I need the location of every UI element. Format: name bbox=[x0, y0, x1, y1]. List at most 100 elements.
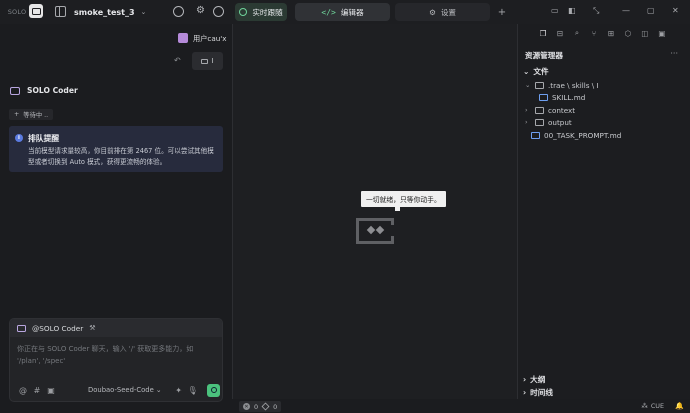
chat-input-box[interactable]: @SOLO Coder ⚒ 你正在与 SOLO Coder 聊天，输入 '/' … bbox=[9, 318, 223, 402]
cue-indicator[interactable]: ⁂ CUE bbox=[641, 402, 664, 410]
status-bar: ✕ 0 0 ⁂ CUE 🔔 bbox=[233, 399, 690, 413]
live-icon bbox=[239, 8, 248, 16]
at-mention-icon[interactable]: @ bbox=[16, 386, 30, 395]
info-icon: i bbox=[15, 134, 23, 142]
tree-item-task-prompt[interactable]: 00_TASK_PROMPT.md bbox=[531, 129, 621, 141]
problems-indicator[interactable]: ✕ 0 0 bbox=[239, 401, 282, 412]
gear-icon: ⚙ bbox=[429, 7, 436, 17]
cue-label: CUE bbox=[650, 402, 664, 410]
agent-header: SOLO Coder bbox=[10, 86, 78, 95]
solo-logo[interactable]: SOLO bbox=[6, 5, 28, 18]
folder-icon bbox=[201, 58, 209, 64]
agent-mention[interactable]: @SOLO Coder bbox=[32, 324, 83, 333]
gear-icon[interactable]: ⚙ bbox=[196, 5, 205, 16]
folder-icon bbox=[535, 118, 544, 126]
close-icon[interactable]: ✕ bbox=[672, 6, 679, 15]
tree-item-context[interactable]: › context bbox=[525, 104, 575, 116]
model-selector[interactable]: Doubao-Seed-Code ⌄ bbox=[88, 386, 162, 394]
layout-panel-icon[interactable]: ▭ bbox=[551, 6, 559, 15]
explorer-toolbar: ❐ ⊟ ⌕ ⑂ ⊞ ⬡ ◫ ▣ bbox=[518, 24, 690, 42]
chat-panel: 用户cau'x ↶ I SOLO Coder + 等待中 .. i 排队提醒 当… bbox=[0, 24, 232, 413]
markdown-file-icon bbox=[539, 93, 548, 101]
tree-item-label: .trae \ skills \ I bbox=[548, 80, 599, 90]
outline-section-header[interactable]: › 大纲 bbox=[523, 374, 545, 385]
tree-item-label: output bbox=[548, 117, 572, 127]
explorer-panel: ❐ ⊟ ⌕ ⑂ ⊞ ⬡ ◫ ▣ 资源管理器 ··· ⌄ 文件 ⌄ .trae \… bbox=[518, 24, 690, 399]
tree-item-label: 00_TASK_PROMPT.md bbox=[544, 130, 622, 140]
agent-icon bbox=[10, 86, 20, 95]
minimize-icon[interactable]: — bbox=[622, 6, 630, 15]
chat-history-icon[interactable] bbox=[173, 6, 184, 17]
model-name: Doubao-Seed-Code bbox=[88, 386, 154, 394]
tree-item-trae-skills[interactable]: ⌄ .trae \ skills \ I bbox=[525, 79, 599, 91]
account-icon[interactable] bbox=[213, 6, 224, 17]
bell-icon[interactable]: 🔔 bbox=[675, 402, 684, 410]
undo-icon[interactable]: ↶ bbox=[174, 56, 181, 65]
chevron-down-icon: ⌄ bbox=[525, 81, 531, 89]
search-icon[interactable]: ⌕ bbox=[570, 26, 584, 40]
project-name: smoke_test_3 bbox=[74, 7, 135, 17]
tooltip-tail bbox=[395, 207, 400, 211]
source-control-icon[interactable]: ⑂ bbox=[587, 26, 601, 40]
grid-icon[interactable]: ⊞ bbox=[604, 26, 618, 40]
tab-editor[interactable]: </> 编辑器 bbox=[295, 3, 390, 21]
more-icon[interactable]: ··· bbox=[670, 49, 678, 58]
cue-icon: ⁂ bbox=[641, 402, 648, 410]
solo-mode-icon[interactable] bbox=[29, 4, 43, 18]
warning-icon bbox=[261, 402, 270, 411]
send-button[interactable] bbox=[207, 383, 220, 397]
files-section-header[interactable]: ⌄ 文件 bbox=[523, 66, 549, 77]
project-selector[interactable]: smoke_test_3 ⌄ bbox=[74, 5, 146, 19]
folder-icon bbox=[535, 81, 544, 89]
tree-item-skill-md[interactable]: SKILL.md bbox=[539, 91, 585, 103]
image-icon[interactable]: ▣ bbox=[44, 386, 58, 395]
mention-bar: @SOLO Coder ⚒ bbox=[10, 319, 222, 337]
queue-notice: i 排队提醒 当前模型请求量较高，你目前排在第 2467 位。可以尝试其他模型或… bbox=[9, 126, 223, 172]
tab-label: 设置 bbox=[440, 7, 456, 17]
chevron-down-icon: ⌄ bbox=[140, 8, 147, 16]
empty-state-tooltip: 一切就绪，只等你动手。 bbox=[361, 191, 446, 207]
section-label: 大纲 bbox=[530, 375, 546, 384]
agent-icon bbox=[17, 324, 26, 332]
user-message-chip[interactable]: I bbox=[192, 52, 223, 70]
maximize-icon[interactable]: ▢ bbox=[647, 6, 655, 15]
tree-item-output[interactable]: › output bbox=[525, 116, 572, 128]
tab-settings[interactable]: ⚙ 设置 bbox=[395, 3, 490, 21]
warning-count: 0 bbox=[273, 402, 278, 411]
error-icon: ✕ bbox=[243, 403, 250, 410]
files-icon[interactable]: ❐ bbox=[536, 26, 550, 40]
hash-icon[interactable]: # bbox=[30, 386, 44, 395]
error-count: 0 bbox=[254, 402, 259, 411]
notice-title: 排队提醒 bbox=[28, 134, 60, 143]
waiting-status[interactable]: + 等待中 .. bbox=[9, 109, 54, 120]
sparkle-icon[interactable]: ✦ bbox=[172, 386, 186, 395]
agent-settings-icon[interactable]: ⚒ bbox=[89, 324, 95, 332]
split-icon[interactable]: ⊟ bbox=[553, 26, 567, 40]
send-icon bbox=[210, 387, 217, 393]
database-icon[interactable]: ◫ bbox=[638, 26, 652, 40]
chat-input-placeholder[interactable]: 你正在与 SOLO Coder 聊天，输入 '/' 获取更多能力，如 '/pla… bbox=[17, 343, 217, 367]
section-label: 文件 bbox=[533, 67, 549, 76]
microphone-icon[interactable]: 🎙 bbox=[186, 386, 200, 395]
section-label: 时间线 bbox=[530, 388, 553, 397]
cube-icon[interactable]: ⬡ bbox=[621, 26, 635, 40]
sidebar-toggle-icon[interactable] bbox=[55, 6, 66, 17]
expand-icon: + bbox=[14, 111, 20, 118]
preview-icon[interactable]: ▣ bbox=[655, 26, 669, 40]
add-tab-button[interactable]: + bbox=[495, 3, 509, 21]
collapse-icon[interactable]: ⤡ bbox=[593, 6, 599, 16]
input-toolbar: @ # ▣ Doubao-Seed-Code ⌄ ✦ 🎙 bbox=[16, 383, 220, 397]
chevron-right-icon: › bbox=[525, 106, 528, 114]
user-avatar bbox=[178, 33, 188, 43]
user-name: 用户cau'x bbox=[193, 34, 227, 43]
folder-icon bbox=[535, 106, 544, 114]
notice-body: 当前模型请求量较高，你目前排在第 2467 位。可以尝试其他模型或者切换到 Au… bbox=[28, 147, 214, 166]
layout-split-icon[interactable]: ◧ bbox=[568, 6, 576, 15]
title-bar: SOLO smoke_test_3 ⌄ ⚙ 实时跟随 </> 编辑器 ⚙ 设置 … bbox=[0, 0, 690, 24]
chevron-right-icon: › bbox=[525, 118, 528, 126]
timeline-section-header[interactable]: › 时间线 bbox=[523, 387, 553, 398]
markdown-file-icon bbox=[531, 131, 540, 139]
tab-label: 编辑器 bbox=[340, 7, 364, 17]
tab-live-follow[interactable]: 实时跟随 bbox=[235, 3, 287, 21]
agent-name: SOLO Coder bbox=[27, 86, 78, 95]
